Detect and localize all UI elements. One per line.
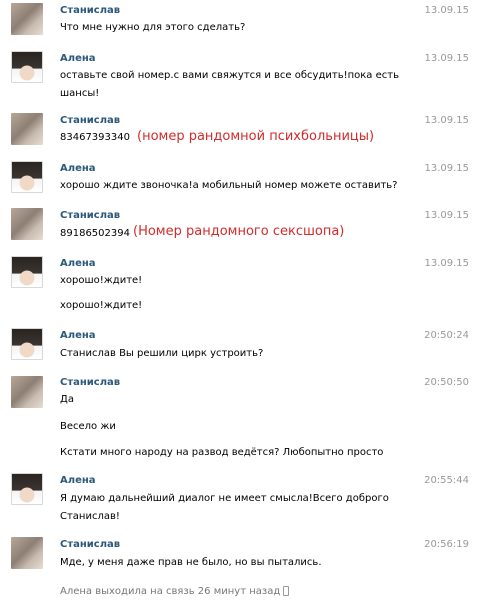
message-date: 13.09.15 (424, 163, 469, 174)
author-name[interactable]: Алена (60, 330, 96, 341)
online-status: Алена выходила на связь 26 минут назад (60, 586, 290, 597)
message-date: 13.09.15 (424, 258, 469, 269)
avatar-alena[interactable] (11, 161, 43, 193)
message-text: оставьте свой номер.с вами свяжутся и вс… (60, 70, 399, 81)
author-name[interactable]: Станислав (60, 5, 120, 16)
message-text: Я думаю дальнейший диалог не имеет смысл… (60, 493, 389, 504)
message-text: Да (60, 394, 74, 405)
avatar-stanislav[interactable] (11, 537, 43, 569)
message-text: Станислав Вы решили цирк устроить? (60, 348, 264, 359)
avatar-alena[interactable] (11, 473, 43, 505)
author-name[interactable]: Алена (60, 258, 96, 269)
avatar-stanislav[interactable] (11, 3, 43, 35)
author-name[interactable]: Алена (60, 163, 96, 174)
avatar-alena[interactable] (11, 51, 43, 83)
author-name[interactable]: Алена (60, 53, 96, 64)
annotation-note: (Номер рандомного сексшопа) (133, 224, 345, 239)
author-name[interactable]: Алена (60, 475, 96, 486)
annotation-note: (номер рандомной психбольницы) (137, 129, 375, 144)
message-date: 13.09.15 (424, 53, 469, 64)
author-name[interactable]: Станислав (60, 115, 120, 126)
avatar-alena[interactable] (11, 256, 43, 288)
author-name[interactable]: Станислав (60, 539, 120, 550)
message-date: 13.09.15 (424, 5, 469, 16)
message-date: 20:55:44 (424, 475, 469, 486)
avatar-stanislav[interactable] (11, 376, 43, 408)
author-name[interactable]: Станислав (60, 210, 120, 221)
message-date: 20:56:19 (424, 539, 469, 550)
message-date: 20:50:50 (424, 377, 469, 388)
message-text: 89186502394 (60, 228, 130, 239)
message-text: Что мне нужно для этого сделать? (60, 22, 246, 33)
message-text: Весело жи (60, 421, 116, 432)
message-text: шансы! (60, 88, 100, 99)
message-text: 83467393340 (60, 132, 130, 143)
avatar-alena[interactable] (11, 328, 43, 360)
message-text: Мде, у меня даже прав не было, но вы пыт… (60, 557, 322, 568)
message-text: хорошо!ждите! (60, 275, 143, 286)
online-status-text: Алена выходила на связь 26 минут назад (60, 586, 281, 597)
author-name[interactable]: Станислав (60, 377, 120, 388)
message-date: 20:50:24 (424, 330, 469, 341)
message-date: 13.09.15 (424, 115, 469, 126)
message-date: 13.09.15 (424, 210, 469, 221)
avatar-stanislav[interactable] (11, 208, 43, 240)
message-text: Станислав! (60, 511, 120, 522)
message-text: хорошо!ждите! (60, 300, 143, 311)
message-text: хорошо ждите звоночка!а мобильный номер … (60, 180, 398, 191)
message-text: Кстати много народу на развод ведётся? Л… (60, 447, 384, 458)
avatar-stanislav[interactable] (11, 113, 43, 145)
mobile-phone-icon (283, 586, 290, 596)
